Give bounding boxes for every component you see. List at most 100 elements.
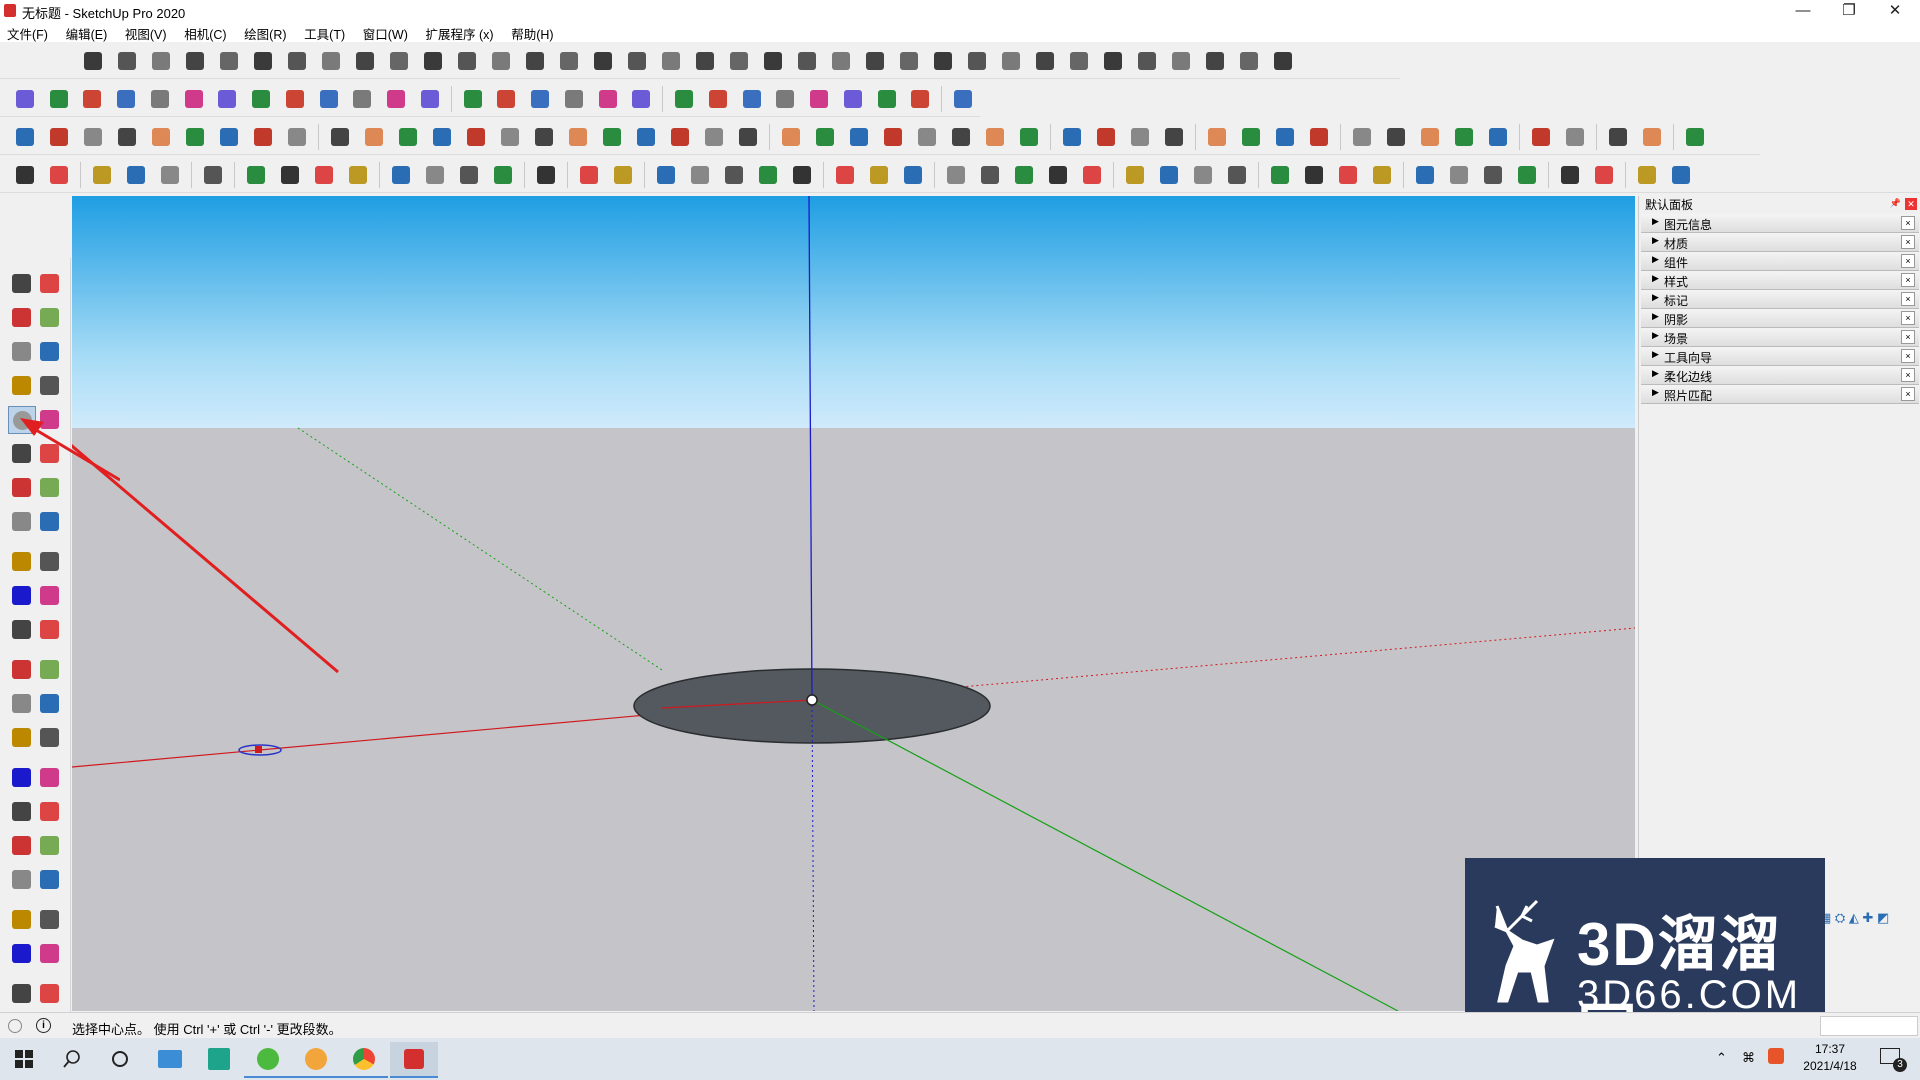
tb4-tool-icon[interactable] [490, 162, 516, 188]
left-toolbar-tool-icon[interactable] [36, 690, 62, 716]
restore-button[interactable]: ❐ [1826, 0, 1872, 22]
tb3-tool-icon[interactable] [914, 124, 940, 150]
tray-item-close-icon[interactable]: × [1901, 349, 1915, 363]
tb4-tool-icon[interactable] [1634, 162, 1660, 188]
tb2-tool-icon[interactable] [383, 86, 409, 112]
left-toolbar-tool-icon[interactable] [8, 304, 34, 330]
expand-triangle-icon[interactable]: ▶ [1652, 349, 1659, 360]
tb3-tool-icon[interactable] [250, 124, 276, 150]
tray-item[interactable]: ▶ 组件 × [1641, 252, 1919, 271]
menu-edit[interactable]: 编辑(E) [59, 22, 115, 43]
expand-triangle-icon[interactable]: ▶ [1652, 368, 1659, 379]
tb4-tool-icon[interactable] [721, 162, 747, 188]
tray-item-close-icon[interactable]: × [1901, 273, 1915, 287]
measurements-box[interactable] [1820, 1016, 1918, 1036]
pin-icon[interactable]: 📌 [1890, 198, 1901, 209]
expand-triangle-icon[interactable]: ▶ [1652, 387, 1659, 398]
tb1-tool-icon[interactable] [624, 48, 650, 74]
left-toolbar-tool-icon[interactable] [8, 656, 34, 682]
tb1-tool-icon[interactable] [1168, 48, 1194, 74]
tray-item-close-icon[interactable]: × [1901, 311, 1915, 325]
tb1-tool-icon[interactable] [250, 48, 276, 74]
left-toolbar-tool-icon[interactable] [36, 508, 62, 534]
tray-item[interactable]: ▶ 工具向导 × [1641, 347, 1919, 366]
tray-item-close-icon[interactable]: × [1901, 387, 1915, 401]
tb4-tool-icon[interactable] [1514, 162, 1540, 188]
tb1-tool-icon[interactable] [896, 48, 922, 74]
tray-item[interactable]: ▶ 场景 × [1641, 328, 1919, 347]
tb3-tool-icon[interactable] [1093, 124, 1119, 150]
tb1-tool-icon[interactable] [828, 48, 854, 74]
tb1-tool-icon[interactable] [1066, 48, 1092, 74]
tb3-tool-icon[interactable] [812, 124, 838, 150]
tb3-tool-icon[interactable] [1306, 124, 1332, 150]
tray-item[interactable]: ▶ 图元信息 × [1641, 214, 1919, 233]
tb2-tool-icon[interactable] [907, 86, 933, 112]
menu-help[interactable]: 帮助(H) [504, 22, 560, 43]
menu-view[interactable]: 视图(V) [118, 22, 174, 43]
tb3-tool-icon[interactable] [1161, 124, 1187, 150]
close-button[interactable]: ✕ [1872, 0, 1918, 22]
expand-triangle-icon[interactable]: ▶ [1652, 235, 1659, 246]
tb3-tool-icon[interactable] [327, 124, 353, 150]
tb4-tool-icon[interactable] [345, 162, 371, 188]
tb4-tool-icon[interactable] [832, 162, 858, 188]
tb1-tool-icon[interactable] [182, 48, 208, 74]
tb4-tool-icon[interactable] [1190, 162, 1216, 188]
tb3-tool-icon[interactable] [1528, 124, 1554, 150]
left-toolbar-tool-icon[interactable] [36, 866, 62, 892]
tb1-tool-icon[interactable] [318, 48, 344, 74]
tb1-tool-icon[interactable] [386, 48, 412, 74]
left-toolbar-tool-icon[interactable] [36, 798, 62, 824]
tb3-tool-icon[interactable] [1059, 124, 1085, 150]
minimize-button[interactable]: — [1780, 0, 1826, 22]
tb4-tool-icon[interactable] [533, 162, 559, 188]
tb1-tool-icon[interactable] [148, 48, 174, 74]
tb3-tool-icon[interactable] [497, 124, 523, 150]
menu-window[interactable]: 窗口(W) [356, 22, 415, 43]
tb4-tool-icon[interactable] [687, 162, 713, 188]
tb1-tool-icon[interactable] [80, 48, 106, 74]
tb3-tool-icon[interactable] [633, 124, 659, 150]
tb3-tool-icon[interactable] [429, 124, 455, 150]
left-toolbar-tool-icon[interactable] [36, 582, 62, 608]
tb2-tool-icon[interactable] [806, 86, 832, 112]
tb2-tool-icon[interactable] [417, 86, 443, 112]
tb2-tool-icon[interactable] [527, 86, 553, 112]
tb2-tool-icon[interactable] [181, 86, 207, 112]
left-toolbar-tool-icon[interactable] [36, 304, 62, 330]
tb4-tool-icon[interactable] [243, 162, 269, 188]
tb3-tool-icon[interactable] [1451, 124, 1477, 150]
tb3-tool-icon[interactable] [701, 124, 727, 150]
tb2-tool-icon[interactable] [316, 86, 342, 112]
left-toolbar-tool-icon[interactable] [8, 582, 34, 608]
tb2-tool-icon[interactable] [248, 86, 274, 112]
tray-item[interactable]: ▶ 柔化边线 × [1641, 366, 1919, 385]
tb4-tool-icon[interactable] [1668, 162, 1694, 188]
tb1-tool-icon[interactable] [284, 48, 310, 74]
tb3-tool-icon[interactable] [565, 124, 591, 150]
tb3-tool-icon[interactable] [778, 124, 804, 150]
left-toolbar-tool-icon[interactable] [36, 724, 62, 750]
left-toolbar-tool-icon[interactable] [36, 372, 62, 398]
tb4-tool-icon[interactable] [1267, 162, 1293, 188]
taskbar-browser-green-icon[interactable] [244, 1042, 292, 1078]
tb1-tool-icon[interactable] [1134, 48, 1160, 74]
tb1-tool-icon[interactable] [556, 48, 582, 74]
tb2-tool-icon[interactable] [561, 86, 587, 112]
tb2-tool-icon[interactable] [460, 86, 486, 112]
left-toolbar-tool-icon[interactable] [36, 338, 62, 364]
tray-item[interactable]: ▶ 阴影 × [1641, 309, 1919, 328]
tb3-tool-icon[interactable] [1562, 124, 1588, 150]
left-toolbar-tool-icon[interactable] [8, 764, 34, 790]
tb3-tool-icon[interactable] [395, 124, 421, 150]
tb3-tool-icon[interactable] [284, 124, 310, 150]
cortana-icon[interactable] [96, 1042, 144, 1076]
tb3-tool-icon[interactable] [46, 124, 72, 150]
tb1-tool-icon[interactable] [352, 48, 378, 74]
tb4-tool-icon[interactable] [422, 162, 448, 188]
left-toolbar-tool-icon[interactable] [36, 548, 62, 574]
tb4-tool-icon[interactable] [755, 162, 781, 188]
tb3-tool-icon[interactable] [1682, 124, 1708, 150]
tb2-tool-icon[interactable] [772, 86, 798, 112]
